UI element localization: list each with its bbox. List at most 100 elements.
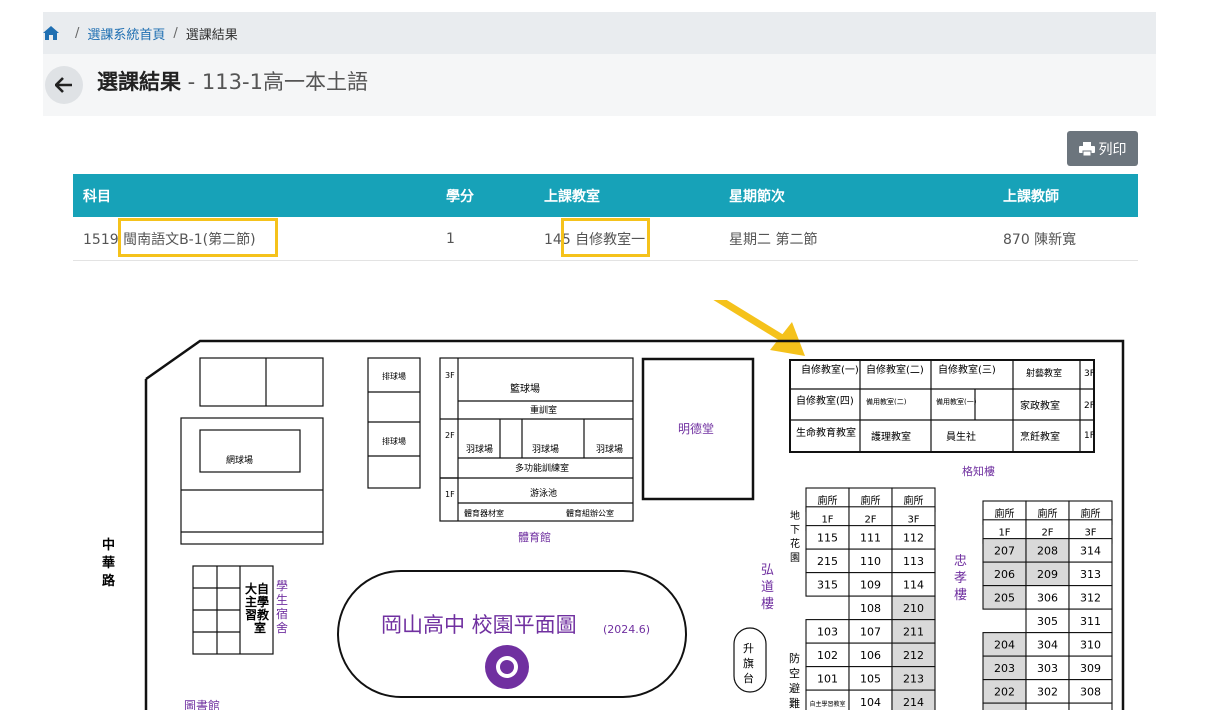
- room-cell-label: 113: [903, 555, 924, 568]
- header-classroom[interactable]: 上課教室: [534, 174, 719, 217]
- badminton-label-3: 羽球場: [596, 443, 623, 455]
- room-cell-label: 204: [994, 638, 1015, 651]
- print-button[interactable]: 列印: [1067, 131, 1138, 166]
- room-cell-label: 103: [817, 625, 838, 638]
- room-cell-label: 215: [817, 555, 838, 568]
- breadcrumb-home-link[interactable]: 選課系統首頁: [87, 24, 165, 43]
- gym-3f: 3F: [445, 371, 455, 380]
- flagpole-label: 升旗台: [743, 642, 754, 685]
- back-button[interactable]: [45, 66, 83, 104]
- library-label: 圖書館: [184, 698, 220, 710]
- map-date: (2024.6): [603, 623, 650, 636]
- gezhi-2f: 2F: [1084, 401, 1095, 411]
- room-cell-label: 315: [817, 578, 838, 591]
- hongdao-building: 廁所 廁所 廁所 1F 2F 3F 115 111 112 215 110 113 315 109 114 1…: [805, 487, 936, 710]
- header-subject[interactable]: 科目: [73, 174, 436, 217]
- header-credits[interactable]: 學分: [436, 174, 534, 217]
- toilet-cell-label: 廁所: [818, 494, 838, 507]
- room-cell-label: 自主學習教室: [809, 700, 845, 708]
- room-cell-label: 203: [994, 662, 1015, 675]
- breadcrumb-current: 選課結果: [185, 27, 238, 43]
- header-teacher[interactable]: 上課教師: [993, 174, 1138, 217]
- room-cell-label: 214: [903, 696, 924, 709]
- room-cell-label: 310: [1080, 638, 1101, 651]
- road-label: 中華路: [102, 537, 116, 589]
- room-cell-label: 213: [903, 672, 924, 685]
- room-cell-label: 309: [1080, 662, 1101, 675]
- room-cell-label: 209: [1037, 568, 1058, 581]
- toilet-cell-label: 廁所: [1081, 507, 1101, 520]
- home-icon[interactable]: [43, 26, 59, 40]
- room-cell-label: 205: [994, 591, 1015, 604]
- room-cell-label: 305: [1037, 615, 1058, 628]
- tennis-label: 網球場: [226, 454, 253, 466]
- multi-room-label: 多功能訓練室: [515, 462, 569, 474]
- room-cell-label: 306: [1037, 591, 1058, 604]
- study-room-3-label: 自修教室(三): [938, 363, 996, 376]
- campus-map: 網球場 排球場 排球場 中華路 大自主學習教室 學生宿舍 圖書館 3F 2F 1…: [102, 300, 1125, 710]
- gym-label: 體育館: [518, 530, 551, 544]
- breadcrumb-separator: /: [173, 25, 178, 41]
- room-cell-label: 207: [994, 544, 1015, 557]
- pointer-arrow-icon: [713, 300, 805, 356]
- campus-outline: [144, 339, 1125, 710]
- archery-room-label: 射藝教室: [1026, 367, 1062, 379]
- pool-label: 游泳池: [530, 487, 557, 499]
- room-cell-label: 210: [903, 602, 924, 615]
- room-cell-label: 302: [1037, 685, 1058, 698]
- floor-header-cell-label: 3F: [1084, 528, 1096, 539]
- room-cell-label: 109: [860, 578, 881, 591]
- hongdao-label: 弘道樓: [761, 563, 774, 612]
- toilet-cell-label: 廁所: [861, 494, 881, 507]
- basketball-label: 籃球場: [510, 382, 540, 395]
- study-room-4-label: 自修教室(四): [796, 394, 854, 407]
- shelter-label: 防空避難: [789, 651, 800, 710]
- room-cell-label: 313: [1080, 568, 1101, 581]
- room-cell-label: 101: [817, 672, 838, 685]
- toilet-cell-label: 廁所: [1038, 507, 1058, 520]
- cell-credits: 1: [436, 217, 534, 261]
- page-header: 選課結果 - 113-1高一本土語: [43, 54, 1156, 116]
- room-cell-label: 111: [860, 531, 881, 544]
- basement-garden-label: 地下花園: [790, 509, 800, 564]
- floor-header-cell-label: 2F: [1041, 528, 1053, 539]
- study-room-1-label: 自修教室(一): [801, 363, 859, 376]
- room-cell-label: 107: [860, 625, 881, 638]
- room-cell-label: 202: [994, 685, 1015, 698]
- weight-room-label: 重訓室: [530, 404, 557, 416]
- study-room-label: 大自主學習教室: [245, 581, 270, 635]
- gezhi-label: 格知樓: [962, 464, 995, 478]
- volley-label-2: 排球場: [382, 436, 406, 446]
- floor-header-cell-label: 1F: [998, 528, 1010, 539]
- badminton-label-1: 羽球場: [466, 443, 493, 455]
- nursing-room-label: 護理教室: [871, 430, 911, 443]
- printer-icon: [1078, 141, 1095, 156]
- highlight-classroom-box: [561, 218, 650, 257]
- floor-header-cell-label: 2F: [864, 515, 876, 526]
- header-period[interactable]: 星期節次: [719, 174, 993, 217]
- mingde-hall-label: 明德堂: [678, 421, 714, 436]
- room-cell-label: 108: [860, 602, 881, 615]
- floor-header-cell-label: 3F: [907, 515, 919, 526]
- room-cell-label: 212: [903, 649, 924, 662]
- life-edu-room-label: 生命教育教室: [796, 426, 856, 439]
- map-title: 岡山高中 校園平面圖: [381, 613, 577, 637]
- page-subtitle: - 113-1高一本土語: [181, 70, 368, 94]
- gezhi-3f: 3F: [1084, 369, 1095, 379]
- tennis-courts: [180, 357, 421, 655]
- room-cell-label: 110: [860, 555, 881, 568]
- room-cell-label: 312: [1080, 591, 1101, 604]
- room-cell-label: 303: [1037, 662, 1058, 675]
- room-cell-label: 115: [817, 531, 838, 544]
- gym-office-label: 體育組辦公室: [566, 508, 614, 518]
- room-cell-label: 102: [817, 649, 838, 662]
- room-cell-label: 105: [860, 672, 881, 685]
- badminton-label-2: 羽球場: [532, 443, 559, 455]
- spare-room-1-label: 備用教室(一): [936, 397, 977, 406]
- room-cell-label: 208: [1037, 544, 1058, 557]
- room-cell-label: 211: [903, 625, 924, 638]
- table-header-row: 科目 學分 上課教室 星期節次 上課教師: [73, 174, 1138, 217]
- dorm-label: 學生宿舍: [276, 579, 288, 635]
- spare-room-2-label: 備用教室(二): [866, 397, 907, 406]
- room-cell-label: 112: [903, 531, 924, 544]
